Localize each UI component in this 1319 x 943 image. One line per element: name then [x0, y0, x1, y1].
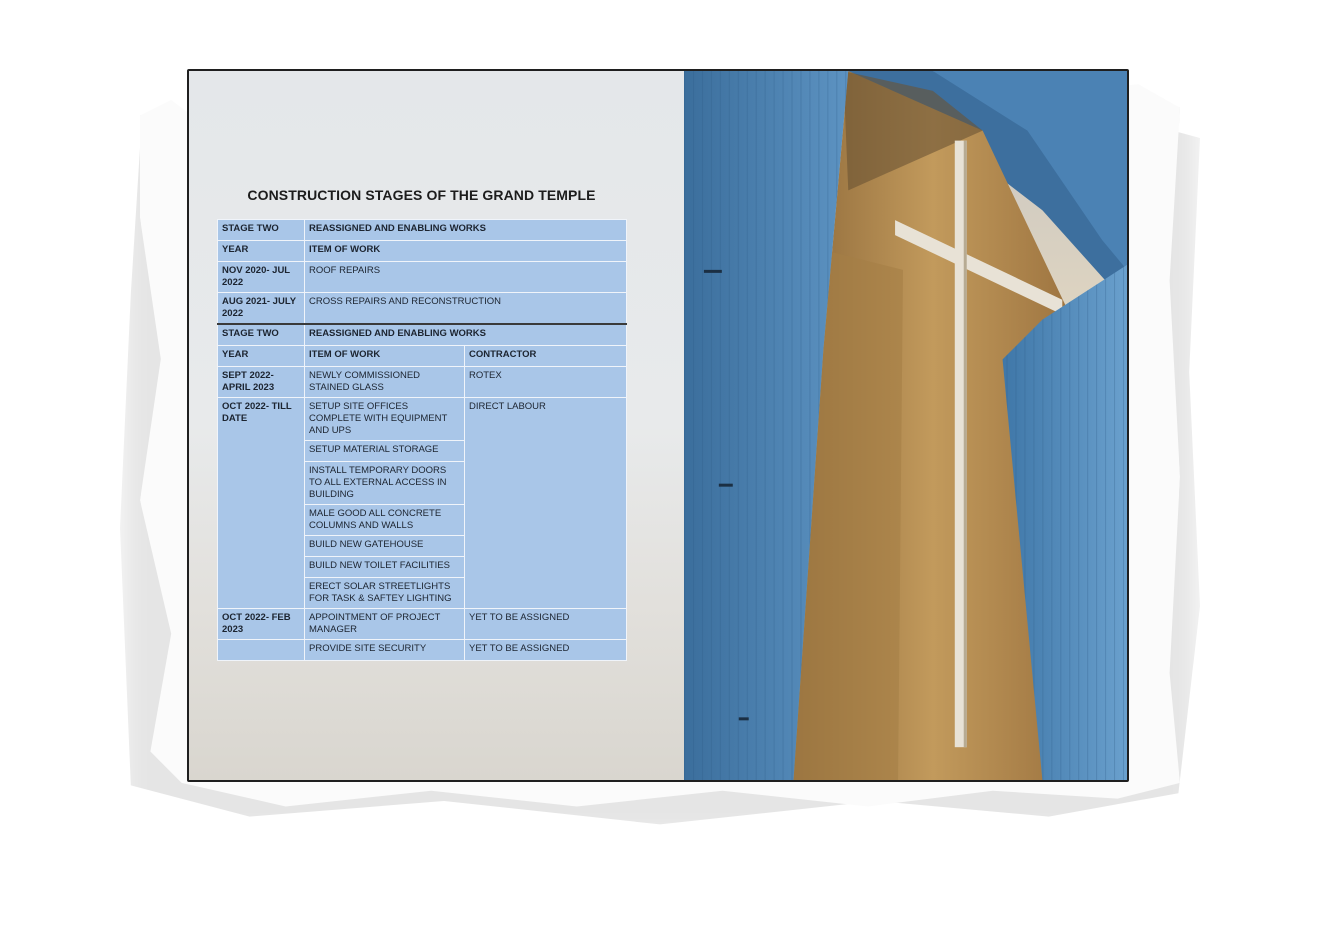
column-header-contractor: CONTRACTOR [464, 345, 627, 367]
year-cell [217, 639, 305, 661]
item-cell: APPOINTMENT OF PROJECT MANAGER [304, 608, 465, 640]
year-cell: NOV 2020- JUL 2022 [217, 261, 305, 293]
page-title: CONSTRUCTION STAGES OF THE GRAND TEMPLE [247, 187, 596, 203]
item-cell: SETUP MATERIAL STORAGE [304, 440, 465, 462]
item-cell: INSTALL TEMPORARY DOORS TO ALL EXTERNAL … [304, 461, 465, 505]
item-cell: CROSS REPAIRS AND RECONSTRUCTION [304, 292, 627, 325]
table-row: STAGE TWO REASSIGNED AND ENABLING WORKS [217, 219, 627, 241]
item-cell: BUILD NEW GATEHOUSE [304, 535, 465, 557]
stage-title: REASSIGNED AND ENABLING WORKS [304, 219, 627, 241]
contractor-cell: YET TO BE ASSIGNED [464, 639, 627, 661]
item-cell: NEWLY COMMISSIONED STAINED GLASS [304, 366, 465, 398]
contractor-cell: DIRECT LABOUR [464, 397, 627, 609]
item-cell: SETUP SITE OFFICES COMPLETE WITH EQUIPME… [304, 397, 465, 441]
contractor-cell: ROTEX [464, 366, 627, 398]
table-row: OCT 2022- TILL DATE SETUP SITE OFFICES C… [217, 397, 627, 609]
cross-tower-image [684, 71, 1127, 780]
year-cell: SEPT 2022- APRIL 2023 [217, 366, 305, 398]
item-cell: ERECT SOLAR STREETLIGHTS FOR TASK & SAFT… [304, 577, 465, 609]
column-header-year: YEAR [217, 240, 305, 262]
column-header-item: ITEM OF WORK [304, 240, 627, 262]
table-row: SEPT 2022- APRIL 2023 NEWLY COMMISSIONED… [217, 366, 627, 398]
contractor-cell: YET TO BE ASSIGNED [464, 608, 627, 640]
item-cell: PROVIDE SITE SECURITY [304, 639, 465, 661]
document-spread: CONSTRUCTION STAGES OF THE GRAND TEMPLE … [187, 69, 1129, 782]
table-row: AUG 2021- JULY 2022 CROSS REPAIRS AND RE… [217, 292, 627, 325]
table-row: PROVIDE SITE SECURITY YET TO BE ASSIGNED [217, 639, 627, 661]
item-cell: BUILD NEW TOILET FACILITIES [304, 556, 465, 578]
year-cell: AUG 2021- JULY 2022 [217, 292, 305, 325]
table-row: NOV 2020- JUL 2022 ROOF REPAIRS [217, 261, 627, 293]
temple-photo [684, 71, 1127, 780]
table-row: YEAR ITEM OF WORK CONTRACTOR [217, 345, 627, 367]
table-row: STAGE TWO REASSIGNED AND ENABLING WORKS [217, 323, 627, 346]
stage-label: STAGE TWO [217, 323, 305, 346]
construction-stages-table: STAGE TWO REASSIGNED AND ENABLING WORKS … [217, 219, 627, 661]
item-cell: MALE GOOD ALL CONCRETE COLUMNS AND WALLS [304, 504, 465, 536]
text-page: CONSTRUCTION STAGES OF THE GRAND TEMPLE … [189, 71, 684, 780]
stage-label: STAGE TWO [217, 219, 305, 241]
table-row: YEAR ITEM OF WORK [217, 240, 627, 262]
column-header-year: YEAR [217, 345, 305, 367]
item-cell: ROOF REPAIRS [304, 261, 627, 293]
year-cell: OCT 2022- TILL DATE [217, 397, 305, 609]
column-header-item: ITEM OF WORK [304, 345, 465, 367]
year-cell: OCT 2022- FEB 2023 [217, 608, 305, 640]
stage-title: REASSIGNED AND ENABLING WORKS [304, 323, 627, 346]
table-row: OCT 2022- FEB 2023 APPOINTMENT OF PROJEC… [217, 608, 627, 640]
